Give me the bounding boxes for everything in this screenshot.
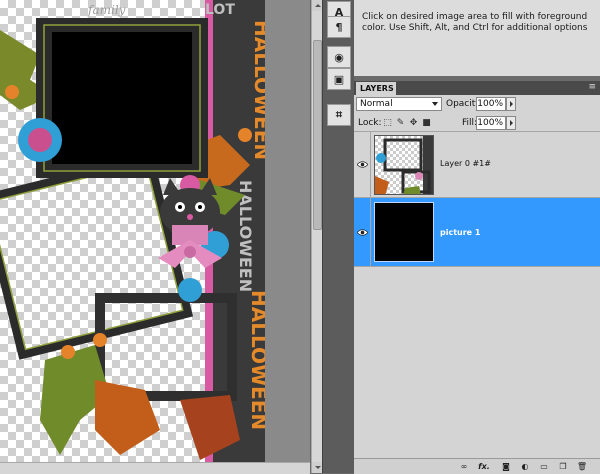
tool-hint-text: Click on desired image area to fill with… — [362, 12, 588, 33]
lock-position-icon[interactable]: ✥ — [408, 117, 419, 128]
tilted-photo-frame — [0, 152, 194, 360]
opacity-slider-arrow-icon[interactable] — [506, 97, 516, 111]
adjustment-layer-icon[interactable]: ◐ — [519, 461, 531, 472]
fx-icon[interactable]: fx. — [478, 461, 490, 472]
group-folder-icon[interactable]: ▭ — [538, 461, 550, 472]
visibility-toggle[interactable] — [354, 132, 371, 198]
lot-word: LOT — [205, 2, 235, 18]
halloween-quickpage-artwork: HALLOWEEN HALLOWEEN HALLOWEEN family LOT — [0, 0, 265, 462]
fill-label: Fill: — [462, 118, 478, 128]
lock-label: Lock: — [358, 118, 382, 128]
opacity-field[interactable]: 100% — [476, 97, 506, 111]
scrollbar-thumb[interactable] — [313, 40, 322, 230]
cat-embellishment — [158, 178, 222, 268]
horizontal-scrollbar[interactable] — [0, 462, 310, 474]
layers-tab-bar: LAYERS ≡ — [354, 81, 600, 95]
layers-list-empty-area[interactable] — [354, 266, 600, 459]
clone-source-icon[interactable]: ▣ — [327, 68, 351, 90]
layer-row[interactable]: picture 1 — [354, 197, 600, 267]
tool-info-panel: Click on desired image area to fill with… — [354, 0, 600, 77]
new-layer-icon[interactable]: ❐ — [557, 461, 569, 472]
blend-mode-select[interactable]: Normal — [356, 97, 442, 111]
layer-name[interactable]: Layer 0 #1# — [440, 159, 491, 168]
delete-layer-icon[interactable]: 🗑 — [576, 461, 588, 472]
layer-mask-icon[interactable]: ◙ — [500, 461, 512, 472]
brush-preset-icon[interactable]: ◉ — [327, 46, 351, 68]
panel-menu-icon[interactable]: ≡ — [588, 82, 596, 92]
layers-bottom-bar: ∞ fx. ◙ ◐ ▭ ❐ 🗑 — [354, 458, 600, 474]
lock-pixels-icon[interactable]: ✎ — [395, 117, 406, 128]
panel-dock: A ¶ ◉ ▣ ⌗ — [322, 0, 355, 473]
layer-thumbnail — [374, 202, 434, 262]
lock-all-icon[interactable]: ■ — [421, 117, 432, 128]
document-canvas-area[interactable]: HALLOWEEN HALLOWEEN HALLOWEEN family LOT — [0, 0, 310, 474]
tab-layers[interactable]: LAYERS — [356, 82, 396, 95]
visibility-toggle[interactable] — [354, 198, 371, 267]
fill-field[interactable]: 100% — [476, 116, 506, 130]
paragraph-icon[interactable]: ¶ — [327, 16, 351, 38]
eye-icon[interactable] — [357, 161, 368, 168]
halloween-word-3: HALLOWEEN — [247, 290, 265, 430]
layer-thumbnail — [374, 135, 434, 195]
link-layers-icon[interactable]: ∞ — [458, 461, 470, 472]
layer-row[interactable]: Layer 0 #1# — [354, 131, 600, 198]
family-word: family — [87, 3, 126, 17]
right-panels: Click on desired image area to fill with… — [354, 0, 600, 474]
lock-transparent-icon[interactable]: ⬚ — [382, 117, 393, 128]
blend-options-row: Normal Opacity: 100% — [354, 96, 600, 114]
layer-name[interactable]: picture 1 — [440, 228, 480, 237]
eye-icon[interactable] — [357, 229, 368, 236]
halloween-word-1: HALLOWEEN — [250, 20, 265, 160]
fill-slider-arrow-icon[interactable] — [506, 116, 516, 130]
crop-tool-icon[interactable]: ⌗ — [327, 104, 351, 126]
document-canvas[interactable]: HALLOWEEN HALLOWEEN HALLOWEEN family LOT — [0, 0, 265, 462]
